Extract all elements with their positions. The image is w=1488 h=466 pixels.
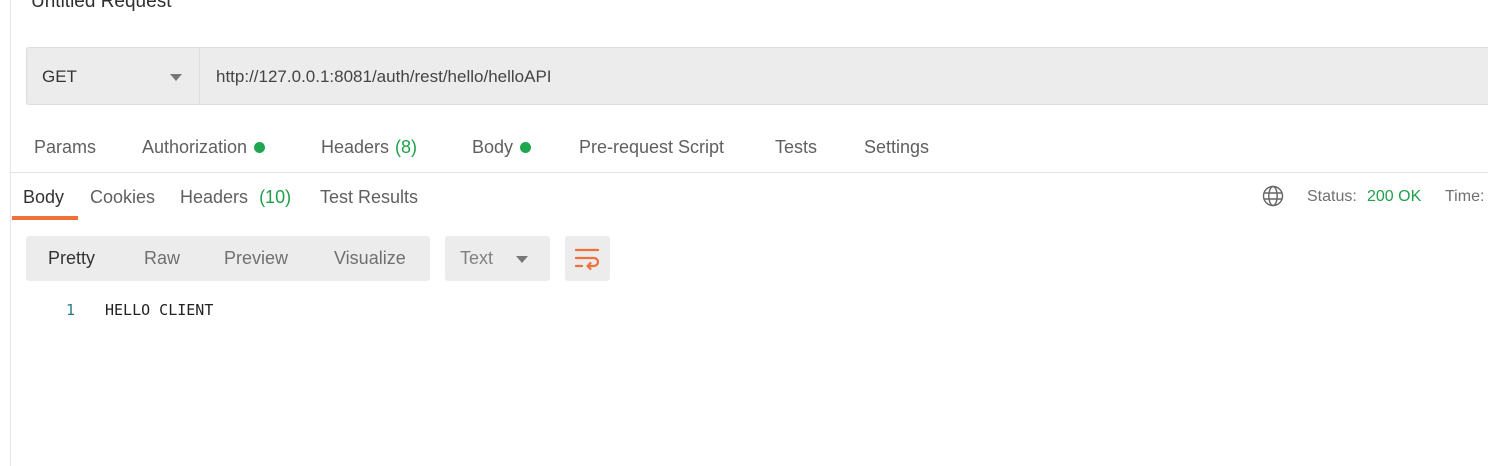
line-number: 1 (66, 301, 76, 319)
tab-count: (8) (395, 137, 418, 157)
status-value[interactable]: 200 OK (1367, 188, 1421, 206)
response-tab-test-results[interactable]: Test Results (320, 187, 418, 208)
view-visualize-button[interactable]: Visualize (334, 248, 406, 269)
url-bar: GET http://127.0.0.1:8081/auth/rest/hell… (26, 47, 1488, 105)
tab-label: Headers (180, 187, 249, 207)
request-title[interactable]: Untitled Request (31, 0, 171, 13)
format-select[interactable]: Text (445, 236, 550, 281)
view-mode-group: Pretty Raw Preview Visualize (26, 236, 430, 281)
tab-label: Authorization (142, 137, 248, 157)
response-tab-headers[interactable]: Headers (10) (180, 187, 291, 208)
method-label: GET (42, 67, 77, 86)
tab-authorization[interactable]: Authorization (142, 137, 266, 158)
response-tab-body[interactable]: Body (23, 187, 64, 208)
tab-label: Body (472, 137, 514, 157)
section-divider (11, 172, 1488, 173)
tab-pre-request-script[interactable]: Pre-request Script (579, 137, 724, 158)
response-tab-cookies[interactable]: Cookies (90, 187, 155, 208)
tab-label: Pre-request Script (579, 137, 725, 157)
wrap-lines-icon (574, 248, 600, 271)
tab-settings[interactable]: Settings (864, 137, 929, 158)
response-body-line[interactable]: HELLO CLIENT (105, 301, 213, 319)
active-dot-icon (520, 142, 532, 153)
tab-label: Body (23, 187, 65, 207)
tab-label: Tests (775, 137, 818, 157)
tab-label: Headers (321, 137, 390, 157)
tab-count: (10) (259, 187, 292, 207)
tab-label: Params (34, 137, 97, 157)
time-label: Time: (1445, 188, 1485, 205)
view-pretty-button[interactable]: Pretty (48, 248, 95, 269)
panel-left-border (10, 0, 11, 466)
wrap-lines-button[interactable] (565, 236, 610, 281)
active-tab-indicator (12, 216, 78, 220)
tab-label: Settings (864, 137, 930, 157)
tab-headers[interactable]: Headers (8) (321, 137, 417, 158)
chevron-down-icon (170, 74, 182, 81)
view-raw-button[interactable]: Raw (144, 248, 180, 269)
tab-label: Test Results (320, 187, 419, 207)
tab-tests[interactable]: Tests (775, 137, 817, 158)
tab-label: Cookies (90, 187, 156, 207)
request-tabs: Params Authorization Headers (8) Body Pr… (0, 128, 1488, 172)
tab-body[interactable]: Body (472, 137, 532, 158)
chevron-down-icon (516, 256, 528, 263)
status-label: Status: (1307, 188, 1357, 205)
globe-icon[interactable] (1262, 185, 1284, 207)
view-preview-button[interactable]: Preview (224, 248, 288, 269)
method-select[interactable]: GET (27, 48, 200, 104)
active-dot-icon (254, 142, 266, 153)
tab-params[interactable]: Params (34, 137, 96, 158)
url-input[interactable]: http://127.0.0.1:8081/auth/rest/hello/he… (216, 67, 552, 87)
format-label: Text (460, 248, 494, 268)
